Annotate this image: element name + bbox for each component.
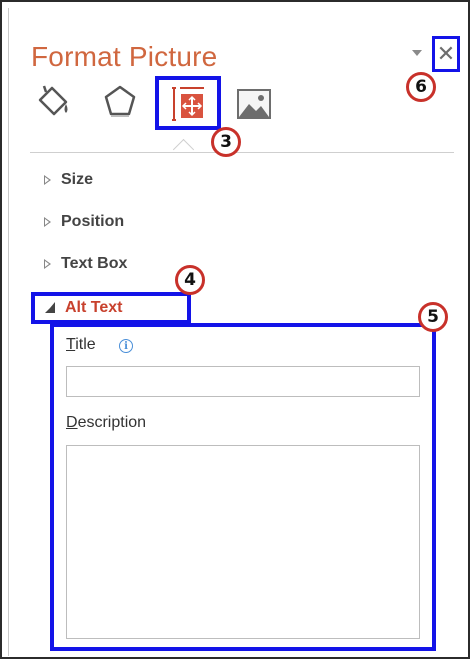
selected-tab-highlight (155, 76, 221, 130)
callout-5: 5 (418, 302, 448, 332)
title-label-rest: itle (75, 336, 96, 353)
section-position[interactable]: Position (44, 210, 124, 234)
section-size[interactable]: Size (44, 168, 93, 192)
section-text-box-label: Text Box (61, 255, 128, 272)
close-button[interactable]: ✕ (432, 36, 460, 72)
description-accesskey: D (66, 414, 78, 431)
pane-options-icon[interactable] (410, 46, 424, 60)
section-alt-text-label: Alt Text (65, 299, 123, 316)
tab-separator (30, 152, 454, 153)
title-label: Title (66, 336, 96, 354)
callout-3: 3 (211, 127, 241, 157)
info-icon[interactable]: i (119, 339, 133, 353)
description-label: Description (66, 414, 146, 432)
callout-4: 4 (175, 265, 205, 295)
section-text-box[interactable]: Text Box (44, 252, 127, 276)
pane-title: Format Picture (31, 41, 218, 72)
title-accesskey: T (66, 336, 76, 353)
alt-description-input[interactable] (66, 445, 420, 639)
picture-icon[interactable] (234, 84, 274, 124)
callout-6: 6 (406, 72, 436, 102)
expand-arrow-icon (44, 259, 51, 269)
collapse-arrow-icon (45, 301, 55, 313)
effects-pentagon-icon[interactable] (100, 82, 140, 122)
fill-line-icon[interactable] (34, 82, 74, 122)
section-size-label: Size (61, 171, 94, 188)
alt-title-input[interactable] (66, 366, 420, 397)
section-alt-text[interactable]: Alt Text (31, 292, 191, 324)
expand-arrow-icon (44, 217, 51, 227)
section-position-label: Position (61, 213, 125, 230)
expand-arrow-icon (44, 175, 51, 185)
description-label-rest: escription (77, 414, 147, 431)
